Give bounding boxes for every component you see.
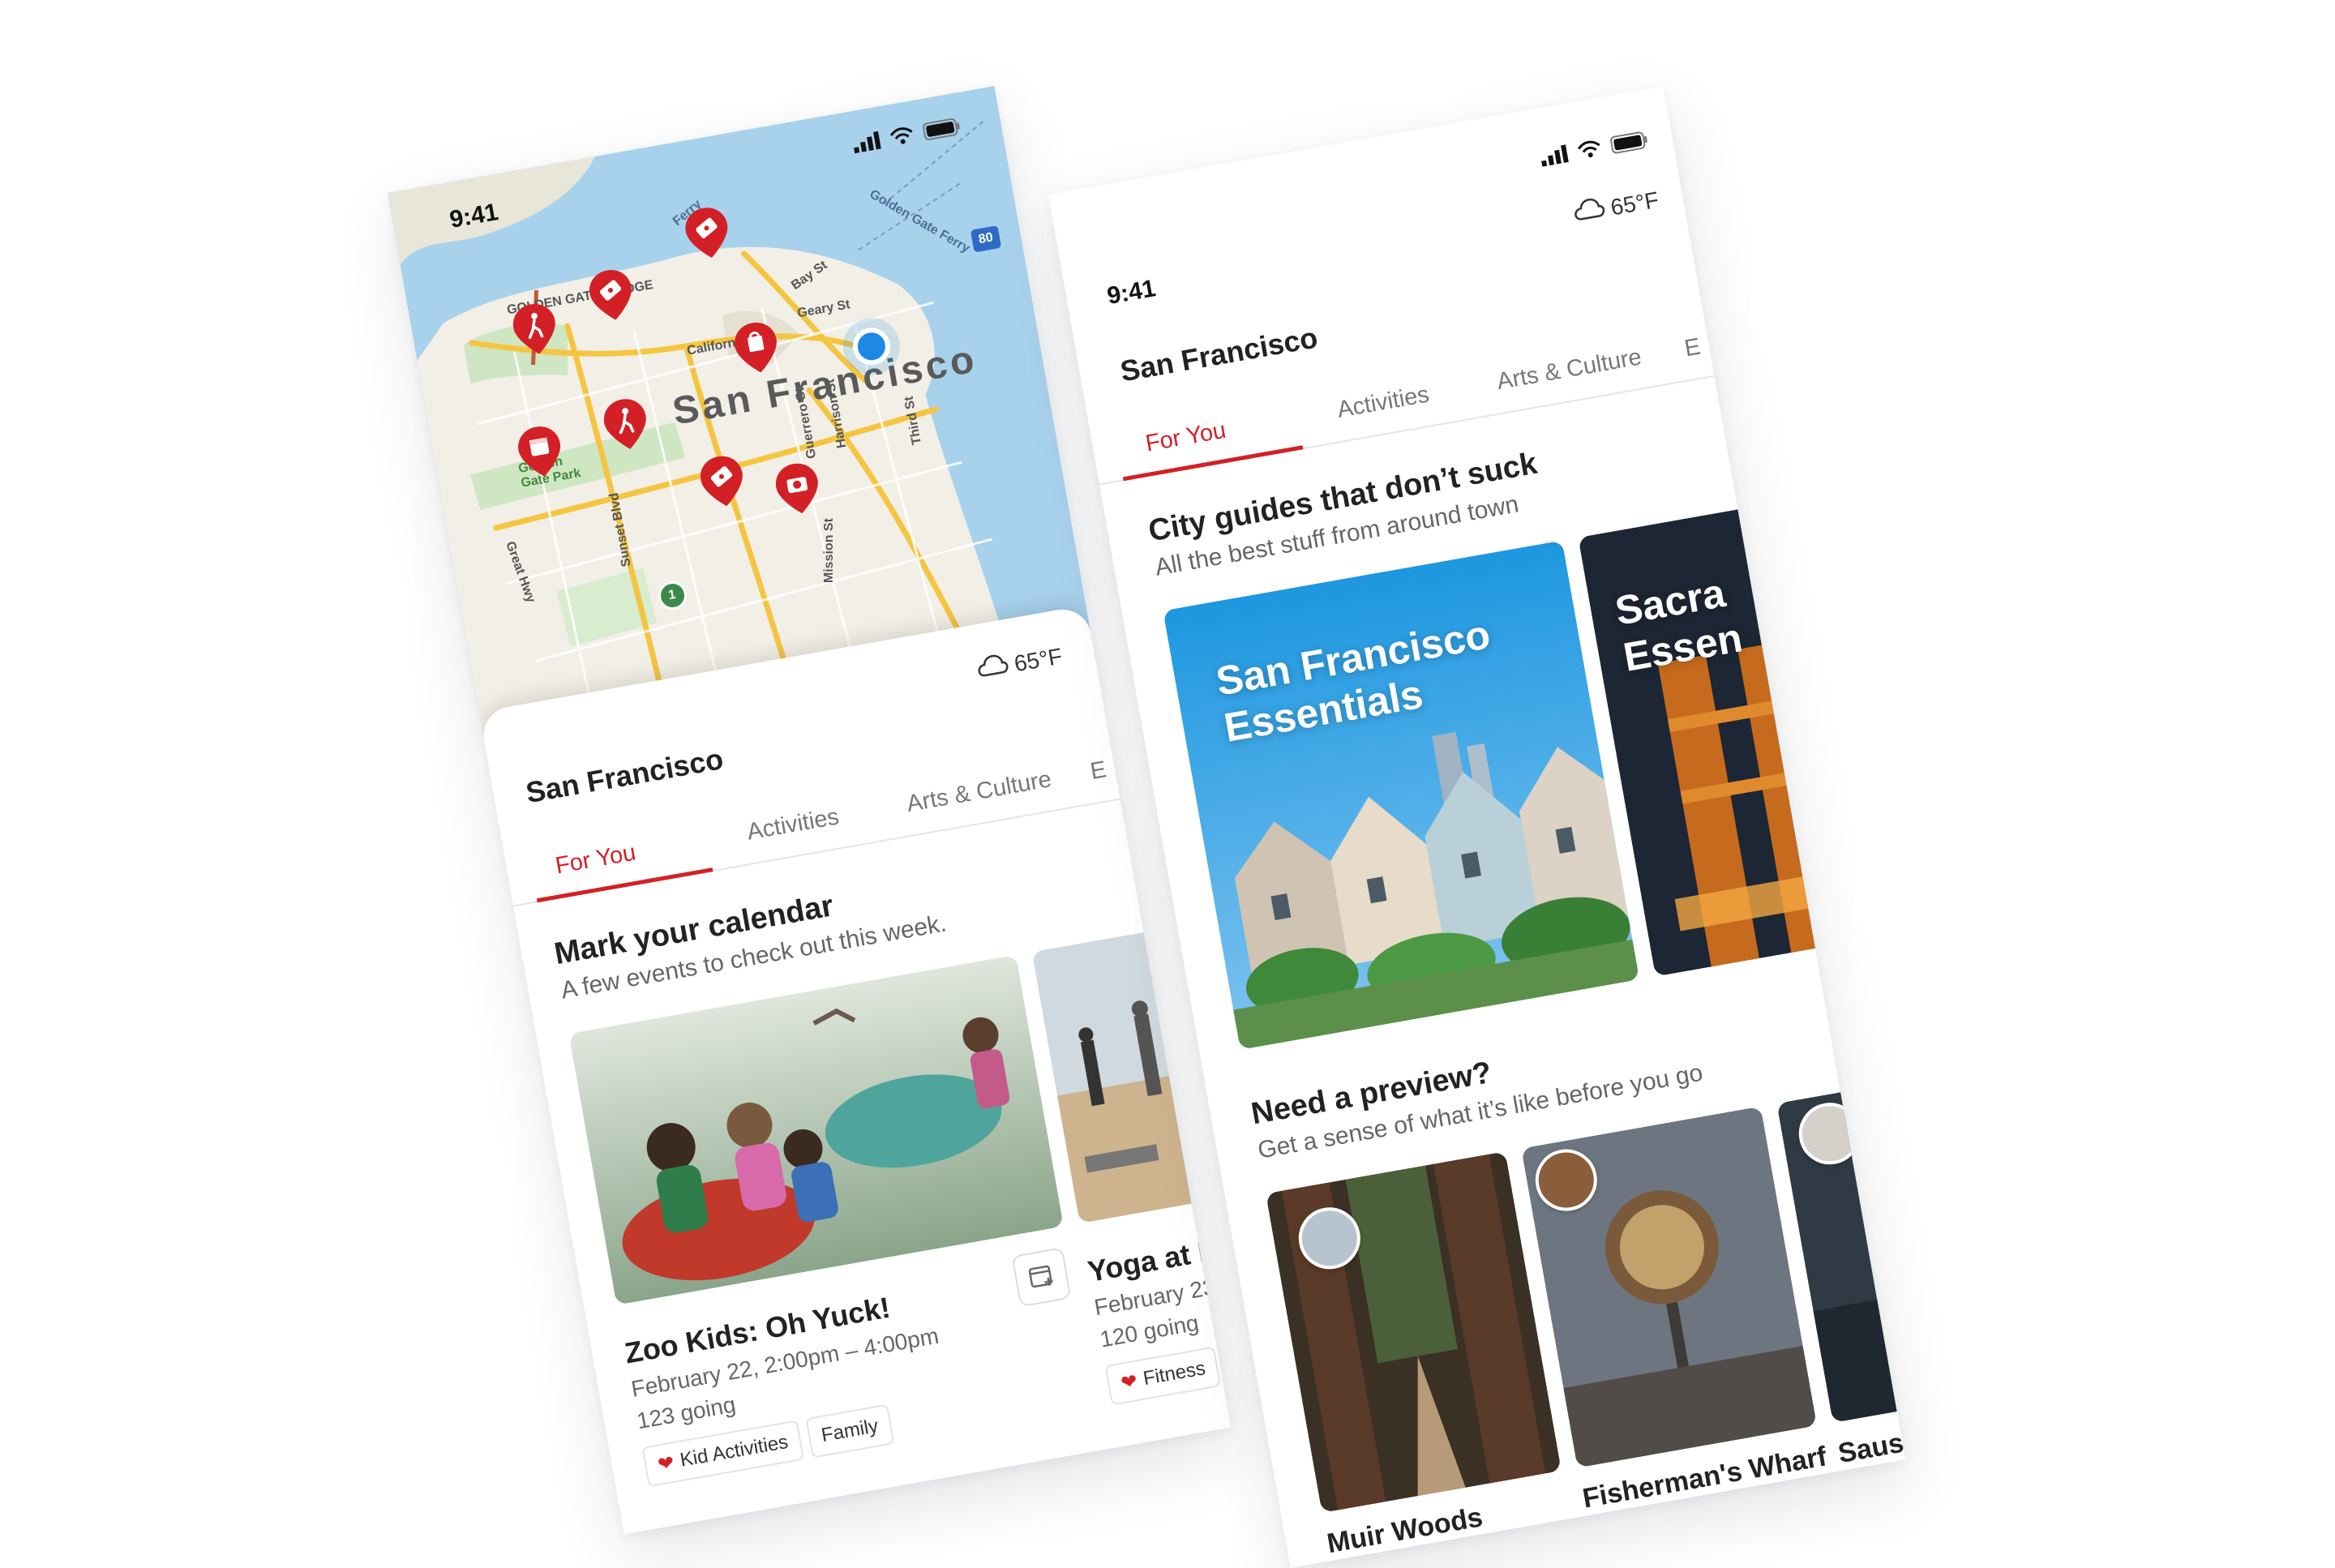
event-image-zoo-kids[interactable] — [568, 954, 1064, 1305]
tag-chip-more[interactable]: O — [1224, 1337, 1232, 1385]
map-pin-ticket-icon[interactable] — [696, 451, 750, 512]
preview-card-muir-woods[interactable] — [1266, 1151, 1562, 1514]
map-pin-camera-icon[interactable] — [771, 458, 825, 519]
category-tabs: For You Activities Arts & Culture E — [499, 724, 1120, 907]
tab-arts-culture[interactable]: Arts & Culture — [1495, 344, 1643, 396]
map-pin-hiking-icon[interactable] — [599, 394, 653, 455]
map-label-mission-st: Mission St — [821, 518, 836, 584]
signal-icon — [851, 131, 882, 157]
map-pin-ticket-icon[interactable] — [585, 265, 639, 326]
tag-chip-fitness[interactable]: ❤ Fitness — [1104, 1346, 1222, 1406]
highway-80-shield: 80 — [977, 230, 995, 247]
weather-temp: 65°F — [1012, 642, 1065, 676]
weather-temp: 65°F — [1609, 186, 1661, 221]
status-time: 9:41 — [1105, 275, 1158, 310]
tag-label: Kid Activities — [678, 1430, 790, 1472]
tag-label: Fitness — [1141, 1357, 1207, 1390]
bottom-sheet: 65°F San Francisco For You Activities Ar… — [478, 605, 1232, 1535]
event-title[interactable]: Yoga at La — [1086, 1230, 1232, 1289]
battery-icon — [922, 117, 962, 145]
tab-activities[interactable]: Activities — [745, 803, 841, 846]
weather-display: 65°F — [974, 642, 1065, 683]
map-pin-hiking-icon[interactable] — [508, 299, 563, 360]
preview-card-label: Sausil — [1836, 1424, 1905, 1470]
cloud-icon — [1570, 195, 1607, 227]
tab-arts-culture[interactable]: Arts & Culture — [905, 766, 1053, 818]
status-bar: 9:41 — [1048, 86, 1674, 310]
add-to-calendar-button[interactable] — [1011, 1247, 1072, 1308]
tab-for-you[interactable]: For You — [554, 839, 638, 880]
calendar-add-icon — [1026, 1260, 1056, 1294]
signal-icon — [1539, 144, 1570, 170]
preview-card-label: Muir Woods — [1324, 1502, 1485, 1560]
cloud-icon — [974, 652, 1010, 683]
battery-icon — [1609, 131, 1650, 159]
tab-activities[interactable]: Activities — [1335, 381, 1431, 423]
map-pin-ticket-icon[interactable] — [680, 203, 735, 263]
category-tabs: For You Activities Arts & Culture E — [1086, 302, 1715, 486]
tab-more[interactable]: E — [1682, 333, 1703, 362]
tab-more[interactable]: E — [1088, 756, 1108, 786]
tab-for-you[interactable]: For You — [1143, 418, 1227, 458]
heart-icon: ❤ — [656, 1451, 676, 1476]
weather-display: 65°F — [1570, 186, 1661, 228]
tag-chip-kid-activities[interactable]: ❤ Kid Activities — [641, 1420, 804, 1488]
guide-card-sf-essentials[interactable]: San Francisco Essentials — [1163, 540, 1640, 1050]
wifi-icon — [1576, 139, 1604, 165]
status-time: 9:41 — [448, 198, 501, 233]
heart-icon: ❤ — [1119, 1369, 1139, 1394]
tag-label: Family — [819, 1415, 880, 1447]
tag-chip-family[interactable]: Family — [805, 1403, 895, 1459]
map-pin-calendar-icon[interactable] — [513, 422, 568, 482]
map-pin-shopping-icon[interactable] — [730, 318, 784, 379]
wifi-icon — [889, 125, 916, 151]
